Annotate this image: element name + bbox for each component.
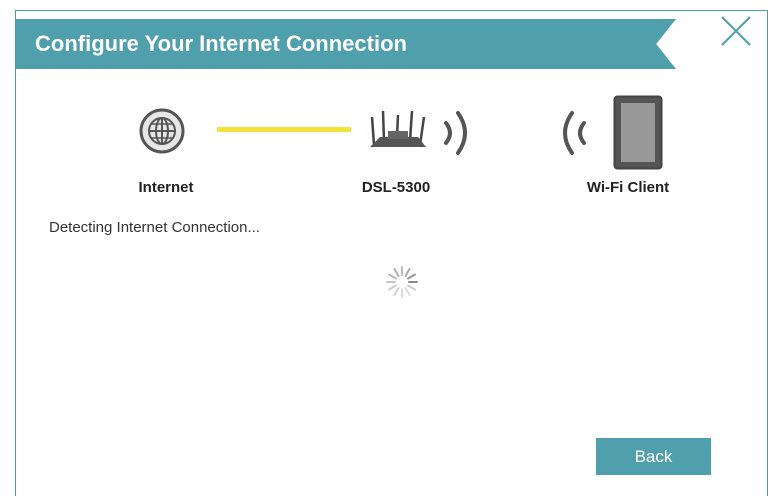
loading-spinner-icon	[386, 266, 418, 298]
node-label-client: Wi-Fi Client	[586, 179, 670, 196]
connection-link	[217, 127, 351, 132]
status-message: Detecting Internet Connection...	[49, 219, 260, 236]
wifi-waves-icon	[563, 111, 586, 155]
tablet-icon	[613, 95, 663, 170]
connection-diagram: Internet DSL-5300 Wi-Fi Client	[16, 11, 769, 211]
node-label-internet: Internet	[138, 179, 194, 196]
globe-icon	[139, 108, 185, 154]
configure-dialog: Configure Your Internet Connection Inter…	[15, 10, 768, 496]
back-button[interactable]: Back	[596, 438, 711, 475]
node-label-router: DSL-5300	[361, 179, 431, 196]
router-icon	[370, 110, 467, 155]
